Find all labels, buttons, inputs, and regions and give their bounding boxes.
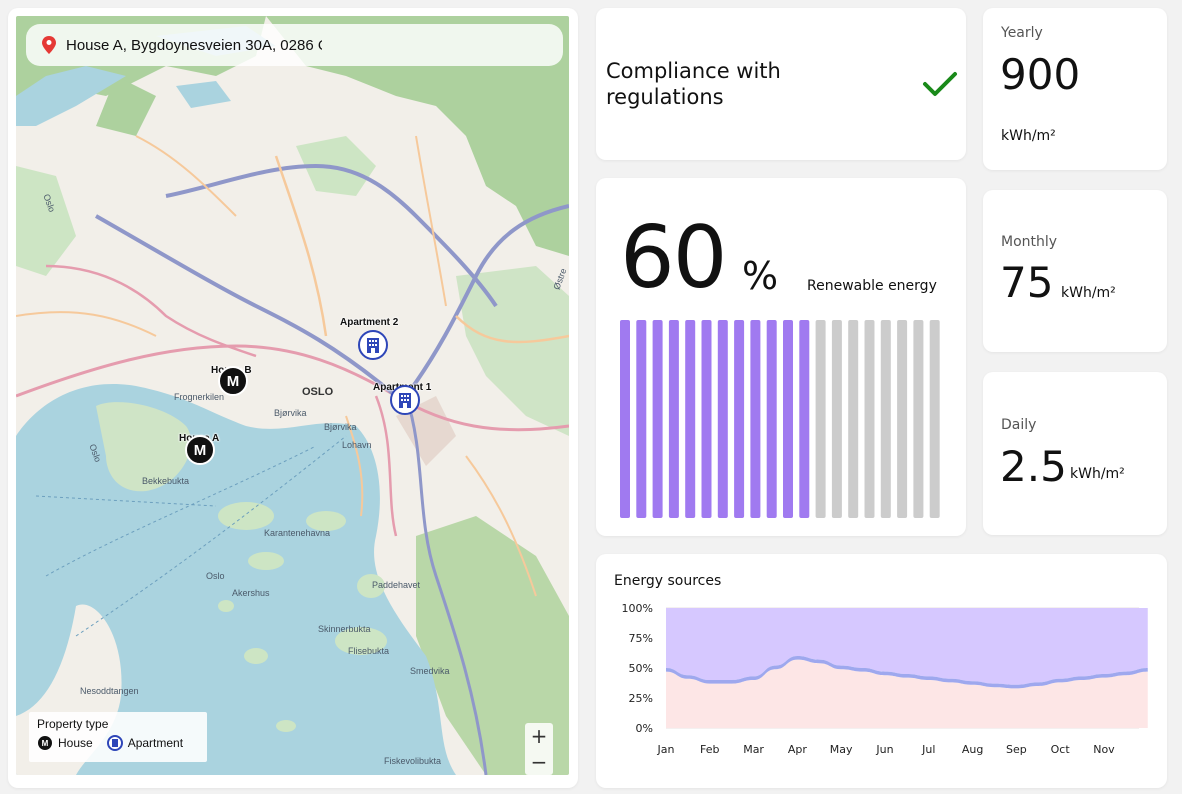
renewable-bar-filled (620, 320, 630, 518)
renewable-label: Renewable energy (807, 278, 937, 294)
apartment-icon (390, 385, 420, 415)
x-tick-label: Feb (700, 743, 719, 756)
renewable-bar-filled (734, 320, 745, 518)
renewable-bar-empty (864, 320, 875, 518)
monthly-label: Monthly (1001, 234, 1058, 250)
x-tick-label: May (830, 743, 853, 756)
x-tick-label: Nov (1093, 743, 1115, 756)
renewable-bar-empty (815, 320, 826, 518)
legend-label: Apartment (127, 736, 184, 750)
x-tick-label: Mar (743, 743, 764, 756)
renewable-bar-filled (750, 320, 761, 518)
yearly-label: Yearly (1001, 25, 1043, 41)
x-tick-label: Aug (962, 743, 983, 756)
yearly-card: Yearly 900 kWh/m² (983, 8, 1167, 170)
yearly-value: 900 (1000, 50, 1081, 99)
renewable-value: 60 (620, 208, 727, 308)
x-tick-label: Jan (657, 743, 675, 756)
renewable-unit: % (742, 254, 779, 298)
monthly-value: 75 (1000, 258, 1054, 307)
place-label: Bjørvika (274, 408, 307, 418)
check-icon (923, 72, 957, 96)
daily-value: 2.5 (1000, 442, 1067, 491)
renewable-bar-filled (766, 320, 777, 518)
place-label: Lohavn (342, 440, 372, 450)
renewable-bar-filled (783, 320, 793, 518)
y-tick-label: 100% (622, 602, 653, 615)
compliance-text: Compliance with regulations (606, 59, 781, 109)
daily-label: Daily (1001, 417, 1037, 433)
area-series-top (666, 608, 1148, 685)
address-search[interactable] (26, 24, 563, 66)
renewable-bar-filled (717, 320, 728, 518)
place-label: Flisebukta (348, 646, 390, 656)
renewable-bar-filled (799, 320, 810, 518)
zoom-out-button[interactable]: − (525, 749, 553, 775)
legend-item-house: M House (37, 735, 93, 751)
place-label: Fiskevolibukta (384, 756, 442, 766)
renewable-bar-filled (701, 320, 712, 518)
legend-label: House (58, 736, 93, 750)
daily-unit: kWh/m² (1070, 466, 1125, 482)
place-label: Bjørvika (324, 422, 357, 432)
monthly-card: Monthly 75 kWh/m² (983, 190, 1167, 352)
x-tick-label: Apr (788, 743, 808, 756)
marker-label: Apartment 2 (340, 317, 399, 328)
y-tick-label: 50% (629, 662, 653, 675)
renewable-bar-empty (897, 320, 908, 518)
renewable-bar-empty (848, 320, 859, 518)
x-tick-label: Oct (1051, 743, 1071, 756)
renewable-bar-filled (668, 320, 679, 518)
monthly-unit: kWh/m² (1061, 285, 1116, 301)
place-label: Bekkebukta (142, 476, 190, 486)
place-label: OSLO (302, 386, 334, 398)
location-pin-icon (42, 36, 56, 54)
house-icon: M (185, 435, 215, 465)
apartment-icon (106, 735, 123, 751)
y-tick-label: 25% (629, 692, 653, 705)
place-label: Nesoddtangen (80, 686, 139, 696)
renewable-bar-filled (636, 320, 647, 518)
y-tick-label: 0% (636, 722, 653, 735)
x-tick-label: Sep (1006, 743, 1027, 756)
renewable-bar-filled (652, 320, 663, 518)
place-label: Karantenehavna (264, 528, 331, 538)
zoom-in-button[interactable]: + (525, 723, 553, 749)
daily-card: Daily 2.5 kWh/m² (983, 372, 1167, 535)
renewable-card: 60 % Renewable energy (596, 178, 966, 536)
renewable-bar-filled (685, 320, 696, 518)
energy-sources-chart: 0% 25% 50% 75% 100% Jan Feb Mar Apr May Jun Jul Aug S… (622, 602, 1148, 756)
apartment-icon (358, 330, 388, 360)
x-tick-label: Jul (921, 743, 935, 756)
place-label: Akershus (232, 588, 270, 598)
place-label: Frognerkilen (174, 392, 225, 402)
legend-item-apartment: Apartment (106, 735, 184, 751)
place-label: Paddehavet (372, 580, 421, 590)
place-label: Skinnerbukta (318, 624, 371, 634)
map-tiles (16, 16, 569, 775)
place-label: Smedvika (410, 666, 450, 676)
place-label: Oslo (206, 571, 225, 581)
map-legend: Property type M House Apartment (29, 712, 207, 762)
renewable-bar-empty (880, 320, 891, 518)
renewable-bar-empty (913, 320, 924, 518)
compliance-card: Compliance with regulations (596, 8, 966, 160)
renewable-bar-empty (831, 320, 842, 518)
legend-title: Property type (37, 717, 109, 731)
yearly-unit: kWh/m² (1001, 128, 1056, 144)
y-tick-label: 75% (629, 632, 653, 645)
renewable-bars (620, 320, 940, 518)
house-icon: M (37, 735, 53, 751)
map[interactable]: OSLO Frognerkilen Bjørvika Bjørvika Loha… (16, 16, 569, 775)
x-tick-label: Jun (875, 743, 893, 756)
address-input[interactable] (66, 36, 322, 54)
house-icon: M (218, 366, 248, 396)
zoom-control: + − (525, 723, 553, 775)
renewable-bar-empty (929, 320, 940, 518)
energy-sources-card: Energy sources 0% 25% 50% 75% 100% Jan Feb Mar A… (596, 554, 1167, 788)
